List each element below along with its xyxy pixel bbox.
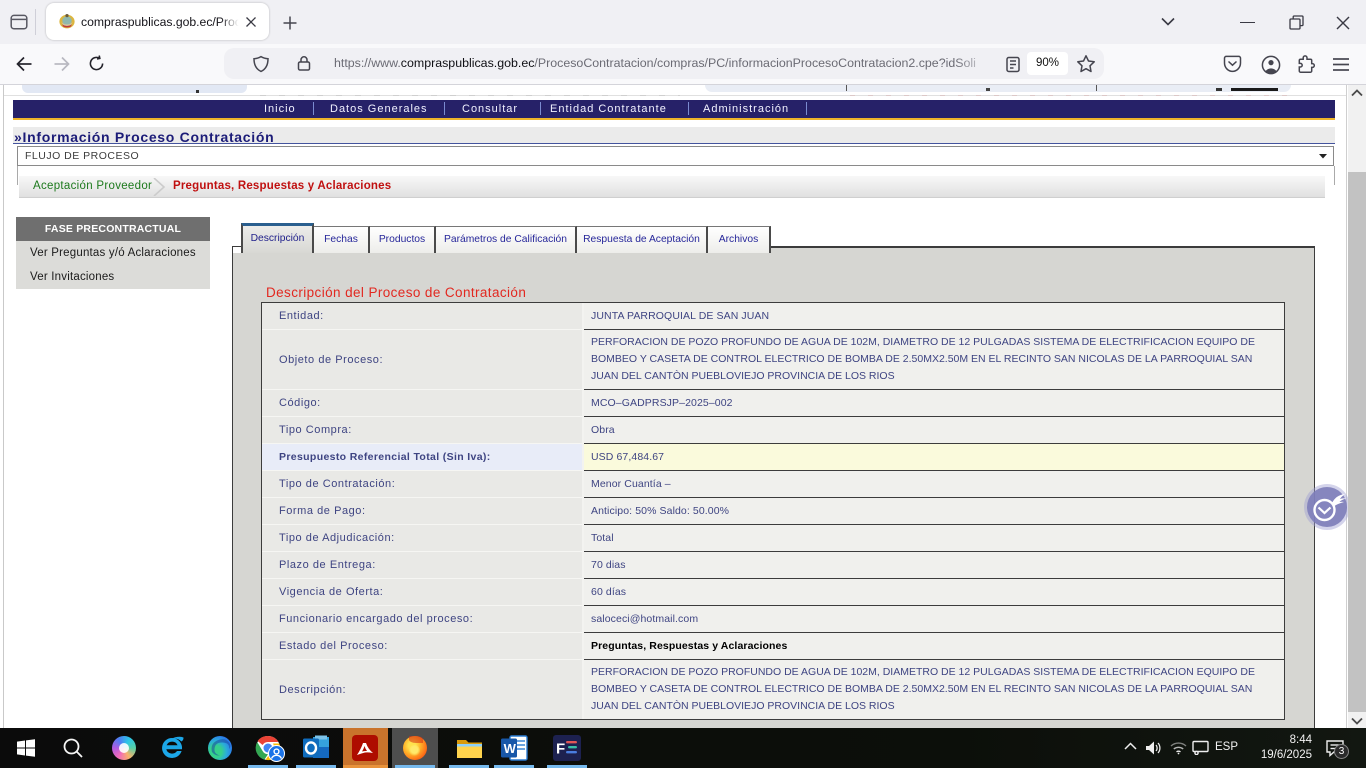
- svg-text:F: F: [556, 741, 565, 758]
- svg-text:W: W: [504, 741, 517, 756]
